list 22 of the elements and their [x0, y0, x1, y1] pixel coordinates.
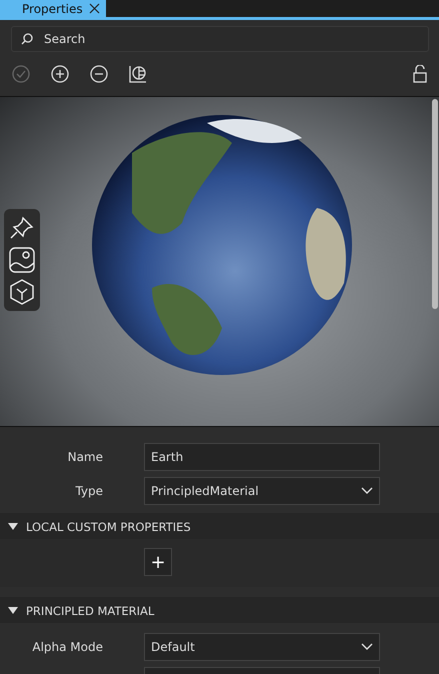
material-browser-icon[interactable] [129, 65, 147, 83]
property-label: Alpha Mode [32, 640, 103, 654]
section-header[interactable]: PRINCIPLED MATERIAL [0, 597, 439, 623]
add-property-button[interactable]: + [144, 548, 172, 576]
image-icon[interactable] [9, 247, 35, 273]
properties-tab[interactable]: Properties [0, 0, 106, 17]
dropdown[interactable]: PrincipledMaterial [144, 477, 380, 505]
scrollbar[interactable] [432, 99, 438, 309]
chevron-down-icon [361, 643, 373, 651]
chevron-down-icon [361, 487, 373, 495]
property-label: Name [68, 450, 103, 464]
add-icon[interactable] [51, 65, 69, 83]
section-header[interactable]: LOCAL CUSTOM PROPERTIES [0, 513, 439, 539]
unlocked-padlock-icon[interactable] [413, 65, 427, 83]
dropdown[interactable]: Default [144, 633, 380, 661]
close-icon[interactable] [88, 3, 100, 14]
property-label: Type [75, 484, 103, 498]
text-field[interactable]: Earth [144, 443, 380, 471]
pin-icon[interactable] [9, 215, 35, 241]
cube-icon[interactable] [9, 279, 35, 305]
search-field[interactable]: Search [11, 26, 429, 52]
remove-icon[interactable] [90, 65, 108, 83]
